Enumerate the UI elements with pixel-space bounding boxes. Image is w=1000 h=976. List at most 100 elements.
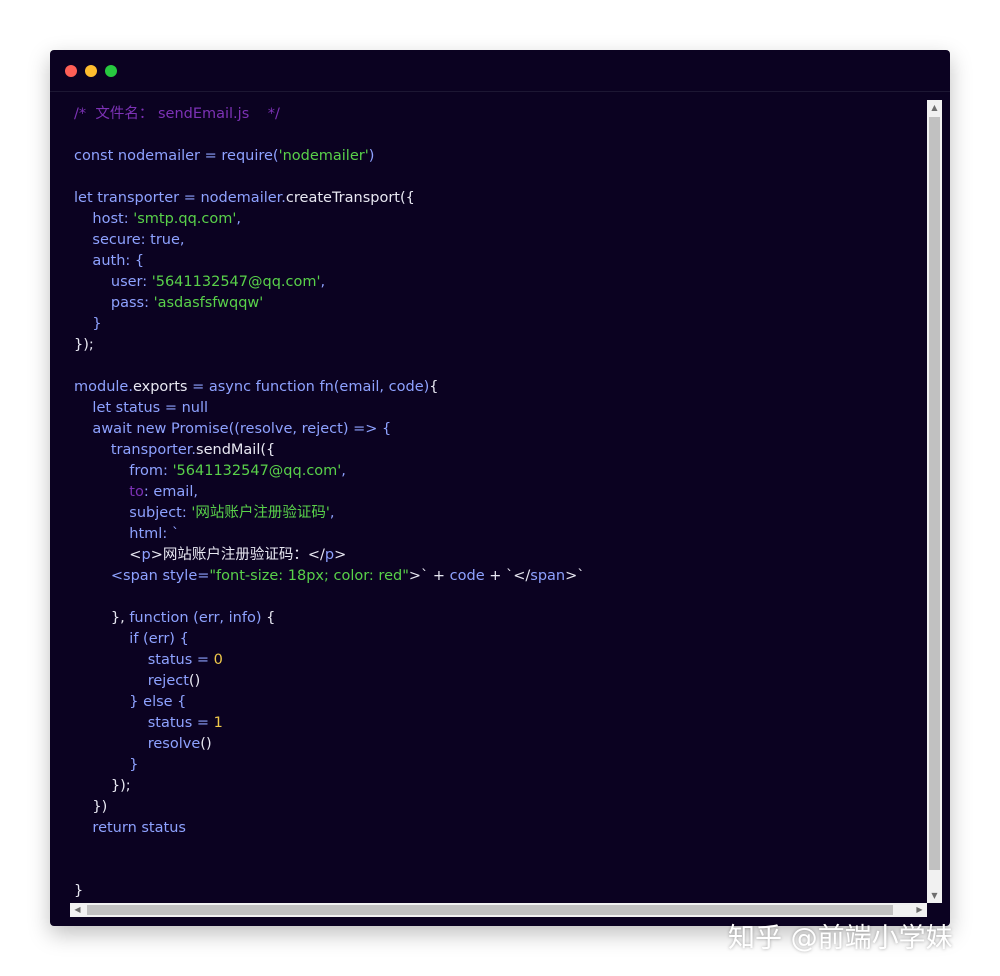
code-token: >` bbox=[565, 568, 585, 584]
code-line: resolve() bbox=[74, 734, 924, 755]
code-line: return status bbox=[74, 818, 924, 839]
code-token: , bbox=[329, 505, 335, 521]
code-token: let transporter = nodemailer. bbox=[74, 190, 286, 206]
code-token: '网站账户注册验证码' bbox=[191, 505, 330, 521]
code-line: auth: { bbox=[74, 251, 924, 272]
code-token: from: bbox=[74, 463, 173, 479]
code-line: } bbox=[74, 755, 924, 776]
code-token: pass: bbox=[74, 295, 154, 311]
code-token: >网站账户注册验证码：</ bbox=[150, 547, 325, 563]
code-token: }, bbox=[74, 610, 130, 626]
code-token: await new Promise((resolve, reject) => { bbox=[74, 421, 392, 437]
code-line: } bbox=[74, 881, 924, 902]
code-token: { bbox=[429, 379, 439, 395]
code-line: subject: '网站账户注册验证码', bbox=[74, 503, 924, 524]
code-token: } bbox=[74, 316, 102, 332]
scroll-up-arrow-icon[interactable]: ▲ bbox=[927, 100, 942, 115]
scroll-down-arrow-icon[interactable]: ▼ bbox=[927, 888, 942, 903]
code-line: from: '5641132547@qq.com', bbox=[74, 461, 924, 482]
code-token: exports bbox=[132, 379, 188, 395]
code-token: , bbox=[341, 463, 346, 479]
code-line: status = 0 bbox=[74, 650, 924, 671]
code-token: let status = null bbox=[74, 400, 209, 416]
code-token: return status bbox=[74, 820, 186, 836]
code-token: + `</ bbox=[484, 568, 531, 584]
code-token: host: bbox=[74, 211, 134, 227]
maximize-window-button[interactable] bbox=[105, 65, 117, 77]
code-token: '5641132547@qq.com' bbox=[172, 463, 342, 479]
code-token: >` + bbox=[408, 568, 450, 584]
code-line: secure: true, bbox=[74, 230, 924, 251]
code-token: status = bbox=[74, 652, 214, 668]
code-token: () bbox=[188, 673, 201, 689]
code-token: resolve bbox=[74, 736, 201, 752]
code-token: function (err, info) bbox=[129, 610, 267, 626]
code-token: , bbox=[320, 274, 326, 290]
code-token: ) bbox=[368, 148, 375, 164]
code-token: = async function fn(email, code) bbox=[187, 379, 430, 395]
code-line: }); bbox=[74, 776, 924, 797]
close-window-button[interactable] bbox=[65, 65, 77, 77]
horizontal-scrollbar[interactable]: ◀ ▶ bbox=[70, 903, 927, 917]
code-token: }); bbox=[74, 337, 94, 353]
code-token: } bbox=[74, 883, 84, 899]
code-token: p bbox=[141, 547, 151, 563]
code-line: } else { bbox=[74, 692, 924, 713]
code-line: const nodemailer = require('nodemailer') bbox=[74, 146, 924, 167]
code-token: < bbox=[74, 547, 142, 563]
code-token: createTransport({ bbox=[285, 190, 415, 206]
code-line: <span style="font-size: 18px; color: red… bbox=[74, 566, 924, 587]
code-line: <p>网站账户注册验证码：</p> bbox=[74, 545, 924, 566]
code-line: reject() bbox=[74, 671, 924, 692]
code-token: transporter. bbox=[74, 442, 197, 458]
code-token: span bbox=[530, 568, 566, 584]
code-line: }) bbox=[74, 797, 924, 818]
vertical-scrollbar[interactable]: ▲ ▼ bbox=[927, 100, 942, 903]
code-token: 0 bbox=[213, 652, 223, 668]
window-titlebar bbox=[50, 50, 950, 92]
code-token: '5641132547@qq.com' bbox=[151, 274, 321, 290]
code-line: }); bbox=[74, 335, 924, 356]
code-token: }) bbox=[74, 799, 108, 815]
code-token: subject: bbox=[74, 505, 192, 521]
code-window: /* 文件名： sendEmail.js */ const nodemailer… bbox=[50, 50, 950, 926]
code-line: html: ` bbox=[74, 524, 924, 545]
code-token: html: ` bbox=[74, 526, 180, 542]
code-token: if (err) { bbox=[74, 631, 189, 647]
code-token: secure: true, bbox=[74, 232, 185, 248]
code-token: } bbox=[74, 757, 139, 773]
scroll-left-arrow-icon[interactable]: ◀ bbox=[70, 903, 85, 917]
code-line: /* 文件名： sendEmail.js */ bbox=[74, 104, 924, 125]
code-token: 1 bbox=[213, 715, 223, 731]
code-token: code bbox=[449, 568, 485, 584]
code-line: if (err) { bbox=[74, 629, 924, 650]
code-token: reject bbox=[74, 673, 189, 689]
code-line: }, function (err, info) { bbox=[74, 608, 924, 629]
code-token: p bbox=[324, 547, 335, 563]
vertical-scroll-thumb[interactable] bbox=[929, 117, 940, 870]
code-token: const nodemailer = require( bbox=[74, 148, 279, 164]
code-line: transporter.sendMail({ bbox=[74, 440, 924, 461]
minimize-window-button[interactable] bbox=[85, 65, 97, 77]
code-line: let transporter = nodemailer.createTrans… bbox=[74, 188, 924, 209]
code-line: host: 'smtp.qq.com', bbox=[74, 209, 924, 230]
code-token: status = bbox=[74, 715, 214, 731]
code-token: 'smtp.qq.com' bbox=[133, 211, 237, 227]
code-token: /* 文件名： sendEmail.js */ bbox=[74, 106, 280, 122]
scroll-right-arrow-icon[interactable]: ▶ bbox=[912, 903, 927, 917]
code-line: to: email, bbox=[74, 482, 924, 503]
code-token: to bbox=[74, 484, 144, 500]
code-line: let status = null bbox=[74, 398, 924, 419]
code-token: 'asdasfsfwqqw' bbox=[153, 295, 264, 311]
code-token: user: bbox=[74, 274, 152, 290]
code-token: "font-size: 18px; color: red" bbox=[209, 568, 409, 584]
watermark-text: 知乎 @前端小学妹 bbox=[728, 923, 953, 954]
code-token: }); bbox=[74, 778, 131, 794]
code-line: module.exports = async function fn(email… bbox=[74, 377, 924, 398]
horizontal-scroll-thumb[interactable] bbox=[87, 905, 893, 915]
